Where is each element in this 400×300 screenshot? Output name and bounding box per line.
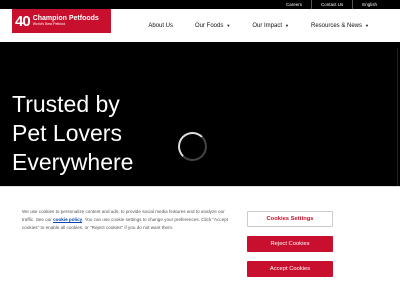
- logo-name: Champion Petfoods: [32, 15, 99, 23]
- chevron-down-icon: ▼: [226, 23, 231, 28]
- chevron-down-icon: ▼: [285, 23, 289, 28]
- hero-title-line: Pet Lovers: [12, 120, 122, 146]
- language-link[interactable]: English: [352, 0, 386, 9]
- logo-number: 40: [15, 12, 31, 30]
- nav-item-our-impact[interactable]: Our Impact ▼: [241, 23, 300, 29]
- main-nav: About Us Our Foods ▼ Our Impact ▼ Resour…: [137, 9, 380, 42]
- cookie-policy-link[interactable]: cookie policy: [53, 217, 82, 222]
- nav-item-about-us[interactable]: About Us: [137, 23, 184, 29]
- accept-cookies-button[interactable]: Accept Cookies: [247, 261, 333, 277]
- brand-logo[interactable]: 40 Champion Petfoods World's Best Petfoo…: [12, 9, 111, 33]
- hero-title-line: Everywhere: [12, 149, 134, 175]
- cookie-banner: We use cookies to personalize content an…: [0, 186, 400, 300]
- site-header: 40 Champion Petfoods World's Best Petfoo…: [0, 9, 400, 42]
- cookie-message: We use cookies to personalize content an…: [22, 208, 234, 232]
- page: Careers Contact Us English 40 Champion P…: [0, 0, 400, 300]
- nav-item-label: Our Impact: [252, 22, 283, 29]
- nav-item-label: About Us: [148, 22, 174, 29]
- nav-item-label: Our Foods: [195, 22, 224, 29]
- contact-us-link[interactable]: Contact Us: [310, 0, 352, 9]
- logo-text: Champion Petfoods World's Best Petfood: [33, 15, 99, 27]
- utility-bar: Careers Contact Us English: [0, 0, 400, 9]
- reject-cookies-button[interactable]: Reject Cookies: [247, 236, 333, 252]
- nav-item-label: Resources & News: [311, 22, 363, 29]
- careers-link[interactable]: Careers: [277, 0, 311, 9]
- hero-title: Trusted by Pet Lovers Everywhere: [12, 90, 172, 177]
- nav-item-resources-news[interactable]: Resources & News ▼: [300, 23, 380, 29]
- chevron-down-icon: ▼: [365, 23, 369, 28]
- hero-title-line: Trusted by: [12, 91, 120, 117]
- cookies-settings-button[interactable]: Cookies Settings: [247, 211, 333, 227]
- logo-tagline: World's Best Petfood: [32, 22, 66, 27]
- nav-item-our-foods[interactable]: Our Foods ▼: [184, 23, 241, 29]
- loading-spinner-icon: [178, 132, 207, 161]
